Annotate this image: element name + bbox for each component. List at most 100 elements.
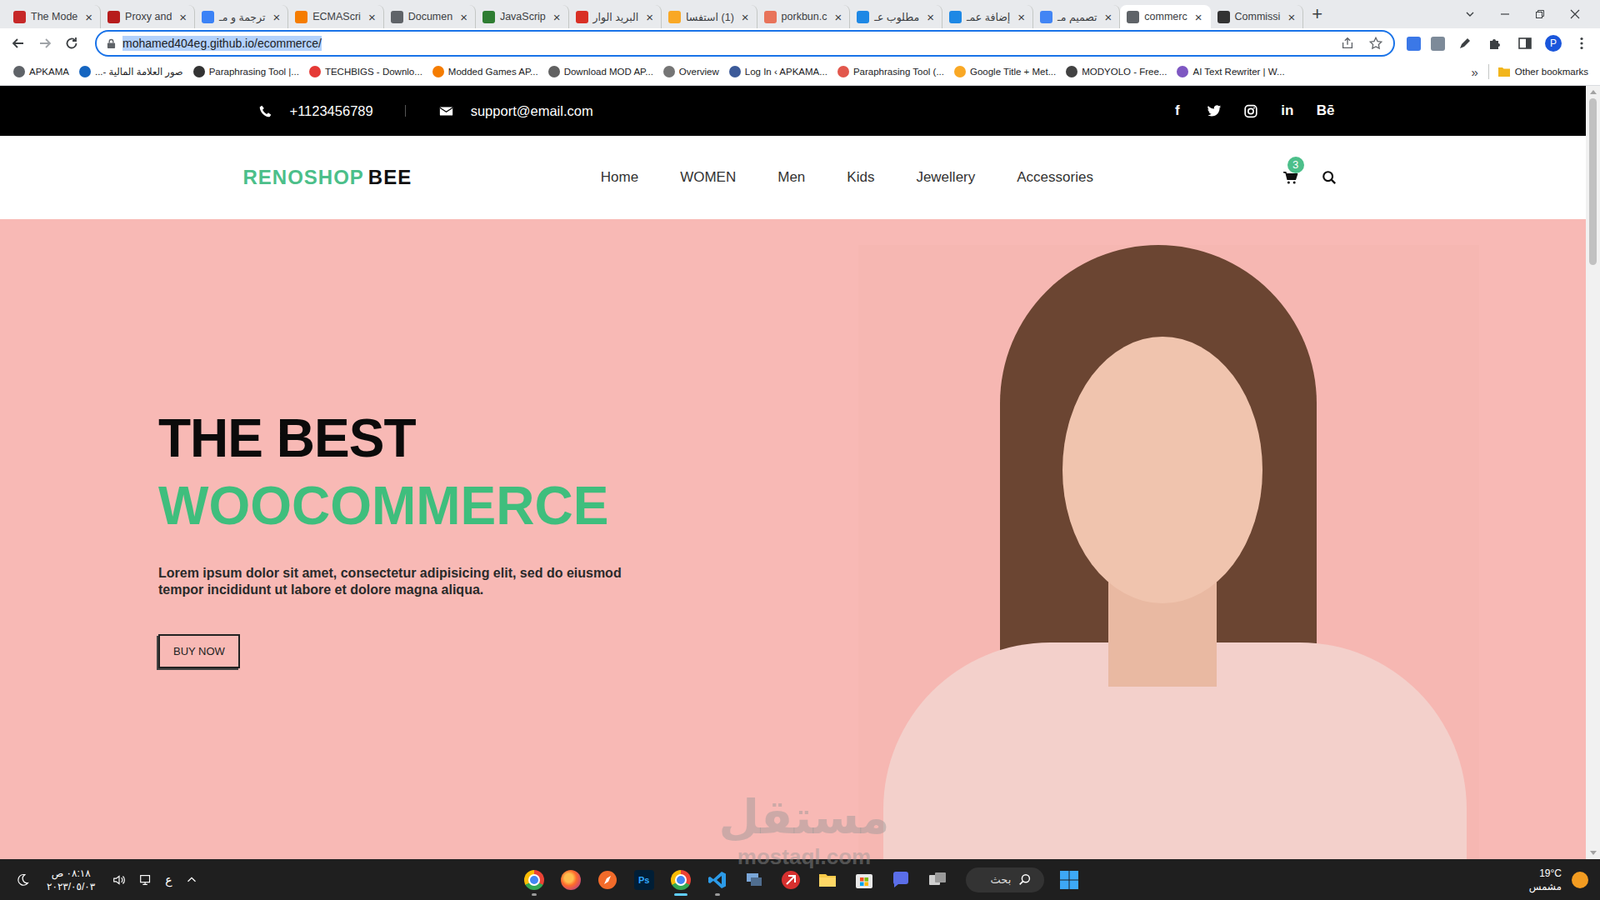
browser-tab[interactable]: إضافة عمـ× — [942, 5, 1034, 29]
bookmark-star-icon[interactable] — [1368, 35, 1384, 51]
close-tab-button[interactable]: × — [270, 10, 283, 24]
close-tab-button[interactable]: × — [1102, 10, 1115, 24]
bookmark[interactable]: Download MOD AP... — [543, 65, 659, 78]
menu-dots-icon[interactable] — [1571, 35, 1592, 52]
close-tab-button[interactable]: × — [643, 10, 656, 24]
taskbar-app[interactable] — [667, 863, 695, 897]
url-text[interactable]: mohamed404eg.github.io/ecommerce/ — [122, 35, 322, 51]
bookmark[interactable]: صور العلامة المالية -... — [74, 65, 189, 78]
phone-number[interactable]: +1123456789 — [290, 103, 374, 120]
translate-extension-icon[interactable] — [1406, 36, 1421, 51]
browser-tab[interactable]: البريد الوار× — [569, 5, 662, 29]
taskbar-search[interactable]: بحث — [965, 867, 1045, 893]
browser-tab[interactable]: تصميم مـ× — [1033, 5, 1120, 29]
chevron-up-icon[interactable] — [184, 872, 200, 888]
taskbar-app[interactable] — [924, 863, 951, 897]
clock[interactable]: ٠٨:١٨ ص٢٠٢٣/٠٥/٠٣ — [41, 866, 100, 894]
language-indicator[interactable]: ع — [165, 873, 172, 887]
bookmark[interactable]: Modded Games AP... — [427, 65, 544, 78]
tab-search-chevron-icon[interactable] — [1463, 7, 1477, 21]
cart-button[interactable]: 3 — [1282, 170, 1299, 185]
close-tab-button[interactable]: × — [1285, 10, 1298, 24]
browser-tab[interactable]: (1) استفسا× — [661, 5, 758, 29]
forward-arrow-icon[interactable] — [35, 35, 55, 52]
weather-widget[interactable]: 19°Cمشمس — [1529, 866, 1600, 894]
browser-tab[interactable]: Proxy and× — [100, 5, 195, 29]
reload-icon[interactable] — [61, 35, 82, 52]
nav-link[interactable]: Jewellery — [915, 169, 975, 186]
puzzle-icon[interactable] — [1485, 35, 1505, 52]
taskbar-app[interactable] — [594, 863, 621, 897]
bookmark[interactable]: Paraphrasing Tool (... — [832, 65, 950, 78]
back-arrow-icon[interactable] — [8, 35, 29, 52]
close-tab-button[interactable]: × — [550, 10, 564, 24]
profile-button[interactable]: P — [1545, 35, 1562, 52]
social-link[interactable]: Bē — [1316, 102, 1335, 120]
nav-link[interactable]: Accessories — [1016, 169, 1094, 186]
browser-tab[interactable]: مطلوب عـ× — [850, 5, 943, 29]
taskbar-app[interactable] — [704, 863, 731, 897]
side-panel-icon[interactable] — [1515, 35, 1535, 52]
address-bar[interactable]: mohamed404eg.github.io/ecommerce/ — [95, 30, 1395, 57]
browser-tab[interactable]: porkbun.c× — [757, 5, 851, 29]
twitter-icon[interactable] — [1206, 104, 1222, 119]
taskbar-app[interactable] — [850, 863, 878, 897]
bookmark[interactable]: Paraphrasing Tool |... — [188, 65, 305, 78]
bookmark[interactable]: Google Title + Met... — [949, 65, 1061, 78]
instagram-icon[interactable] — [1243, 104, 1259, 119]
close-tab-button[interactable]: × — [924, 10, 937, 24]
restore-icon[interactable] — [1533, 7, 1547, 21]
more-bookmarks-button[interactable]: » — [1464, 65, 1485, 80]
nav-link[interactable]: Men — [777, 169, 805, 186]
browser-tab[interactable]: JavaScrip× — [475, 5, 570, 29]
browser-tab[interactable]: ترجمة و مـ× — [195, 5, 289, 29]
close-tab-button[interactable]: × — [176, 10, 190, 24]
bookmark[interactable]: TECHBIGS - Downlo... — [304, 65, 428, 78]
windows-start-icon[interactable] — [1059, 870, 1080, 890]
taskbar-app[interactable] — [557, 863, 585, 897]
taskbar-app[interactable] — [887, 863, 915, 897]
browser-tab[interactable]: The Mode× — [6, 5, 101, 29]
bookmark[interactable]: AI Text Rewriter | W... — [1171, 65, 1290, 78]
shield-extension-icon[interactable] — [1430, 36, 1445, 51]
browser-tab[interactable]: Commissi× — [1210, 5, 1305, 29]
other-bookmarks[interactable]: Other bookmarks — [1492, 65, 1594, 78]
network-icon[interactable] — [138, 872, 154, 888]
bookmark[interactable]: Log In ‹ APKAMA... — [724, 65, 833, 78]
close-tab-button[interactable]: × — [832, 10, 845, 24]
minimize-icon[interactable] — [1498, 7, 1512, 21]
share-icon[interactable] — [1340, 35, 1355, 51]
scrollbar-thumb[interactable] — [1589, 98, 1597, 265]
buy-now-button[interactable]: BUY NOW — [158, 634, 240, 669]
scrollbar[interactable] — [1585, 85, 1600, 860]
social-link[interactable]: f — [1170, 102, 1185, 120]
close-tab-button[interactable]: × — [739, 10, 752, 24]
bookmark[interactable]: APKAMA — [8, 65, 75, 78]
taskbar-app[interactable]: Ps — [630, 863, 658, 897]
close-window-icon[interactable] — [1568, 7, 1582, 21]
nav-link[interactable]: Home — [600, 169, 639, 186]
site-logo[interactable]: RENOSHOPBEE — [243, 165, 413, 190]
volume-icon[interactable] — [111, 872, 127, 888]
close-tab-button[interactable]: × — [365, 10, 379, 24]
bookmark[interactable]: MODYOLO - Free... — [1060, 65, 1172, 78]
bookmark[interactable]: Overview — [658, 65, 725, 78]
browser-tab[interactable]: ECMAScri× — [288, 5, 384, 29]
social-link[interactable]: in — [1280, 102, 1295, 120]
focus-moon-icon[interactable] — [15, 872, 30, 888]
new-tab-button[interactable]: + — [1303, 2, 1331, 29]
close-tab-button[interactable]: × — [1192, 10, 1205, 24]
taskbar-app[interactable] — [740, 863, 768, 897]
pen-extension-icon[interactable] — [1455, 35, 1475, 52]
close-tab-button[interactable]: × — [457, 10, 470, 24]
browser-tab[interactable]: Documen× — [384, 5, 476, 29]
nav-link[interactable]: Kids — [846, 169, 875, 186]
close-tab-button[interactable]: × — [82, 10, 95, 24]
browser-tab[interactable]: commerc× — [1120, 5, 1210, 29]
taskbar-app[interactable] — [520, 863, 548, 897]
close-tab-button[interactable]: × — [1015, 10, 1028, 24]
search-icon[interactable] — [1321, 170, 1337, 185]
email-address[interactable]: support@email.com — [470, 103, 594, 120]
taskbar-app[interactable] — [777, 863, 805, 897]
nav-link[interactable]: WOMEN — [680, 169, 736, 186]
